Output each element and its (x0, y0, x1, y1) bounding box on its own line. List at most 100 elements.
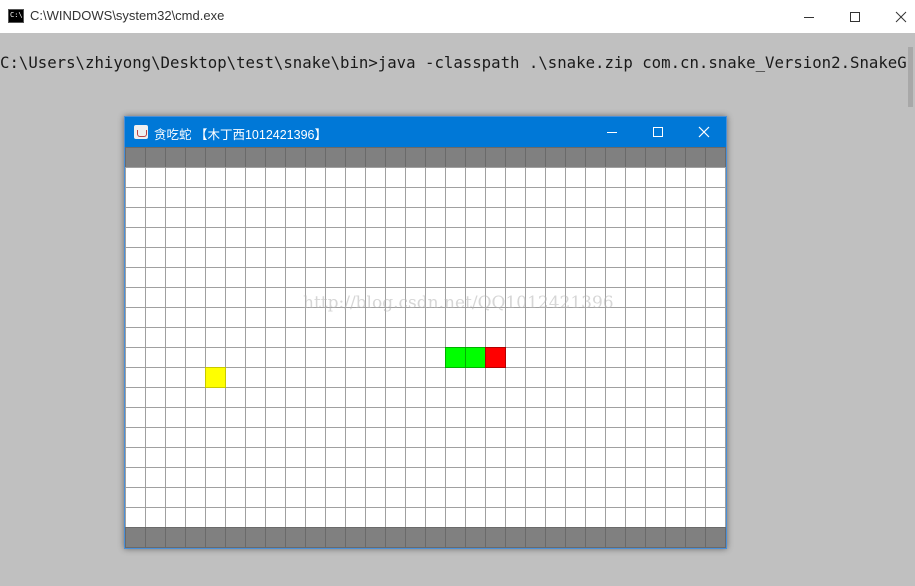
board-cell (585, 427, 606, 448)
wall-cell (445, 527, 466, 548)
board-cell (605, 307, 626, 328)
wall-cell (345, 527, 366, 548)
board-cell (265, 347, 286, 368)
board-cell (385, 247, 406, 268)
board-cell (185, 487, 206, 508)
wall-cell (385, 527, 406, 548)
game-minimize-button[interactable] (589, 117, 635, 147)
board-cell (405, 227, 426, 248)
board-cell (665, 507, 686, 528)
board-cell (185, 267, 206, 288)
console-scrollbar[interactable] (906, 33, 915, 586)
board-cell (445, 247, 466, 268)
board-cell (205, 207, 226, 228)
board-cell (505, 467, 526, 488)
board-cell (305, 187, 326, 208)
board-cell (325, 507, 346, 528)
board-cell (665, 267, 686, 288)
board-cell (245, 167, 266, 188)
board-cell (625, 447, 646, 468)
board-cell (585, 267, 606, 288)
board-cell (665, 327, 686, 348)
board-cell (205, 247, 226, 268)
board-cell (325, 427, 346, 448)
board-cell (165, 467, 186, 488)
maximize-button[interactable] (832, 0, 878, 33)
wall-cell (525, 147, 546, 168)
board-cell (345, 467, 366, 488)
board-cell (505, 387, 526, 408)
board-cell (305, 447, 326, 468)
board-cell (225, 507, 246, 528)
board-cell (525, 387, 546, 408)
board-cell (545, 207, 566, 228)
board-cell (485, 307, 506, 328)
board-cell (325, 287, 346, 308)
board-cell (605, 267, 626, 288)
board-cell (505, 227, 526, 248)
board-cell (445, 367, 466, 388)
board-cell (645, 367, 666, 388)
board-cell (425, 387, 446, 408)
snake-game-window[interactable]: 贪吃蛇 【木丁西1012421396】 (124, 116, 727, 549)
board-cell (525, 447, 546, 468)
game-titlebar[interactable]: 贪吃蛇 【木丁西1012421396】 (125, 117, 726, 147)
board-cell (265, 427, 286, 448)
board-cell (165, 347, 186, 368)
minimize-button[interactable] (786, 0, 832, 33)
board-cell (425, 287, 446, 308)
board-cell (345, 487, 366, 508)
board-cell (145, 207, 166, 228)
board-cell (405, 427, 426, 448)
scrollbar-thumb[interactable] (908, 47, 913, 107)
board-cell (685, 327, 706, 348)
board-cell (685, 287, 706, 308)
board-cell (685, 187, 706, 208)
minimize-icon (607, 132, 617, 133)
board-canvas (125, 147, 726, 548)
wall-cell (405, 147, 426, 168)
board-cell (245, 387, 266, 408)
board-cell (245, 427, 266, 448)
board-cell (565, 427, 586, 448)
board-cell (205, 307, 226, 328)
board-cell (425, 247, 446, 268)
board-cell (345, 287, 366, 308)
board-cell (525, 247, 546, 268)
game-board[interactable] (125, 147, 726, 548)
board-cell (125, 487, 146, 508)
board-cell (665, 247, 686, 268)
board-cell (625, 167, 646, 188)
board-cell (625, 367, 646, 388)
board-cell (365, 407, 386, 428)
board-cell (185, 167, 206, 188)
game-maximize-button[interactable] (635, 117, 681, 147)
board-cell (185, 507, 206, 528)
board-cell (185, 187, 206, 208)
board-cell (285, 467, 306, 488)
board-cell (485, 507, 506, 528)
board-cell (545, 407, 566, 428)
board-cell (285, 307, 306, 328)
console-titlebar[interactable]: C:\WINDOWS\system32\cmd.exe (0, 0, 915, 33)
close-button[interactable] (878, 0, 915, 33)
board-cell (245, 267, 266, 288)
board-cell (205, 347, 226, 368)
board-cell (645, 487, 666, 508)
board-cell (685, 247, 706, 268)
wall-cell (145, 147, 166, 168)
board-cell (285, 407, 306, 428)
board-cell (645, 327, 666, 348)
board-cell (465, 427, 486, 448)
wall-cell (325, 147, 346, 168)
board-cell (625, 387, 646, 408)
board-cell (365, 187, 386, 208)
board-cell (485, 167, 506, 188)
board-cell (565, 387, 586, 408)
board-cell (225, 267, 246, 288)
game-close-button[interactable] (681, 117, 727, 147)
board-cell (545, 347, 566, 368)
board-cell (525, 467, 546, 488)
minimize-icon (804, 16, 814, 18)
board-cell (505, 487, 526, 508)
